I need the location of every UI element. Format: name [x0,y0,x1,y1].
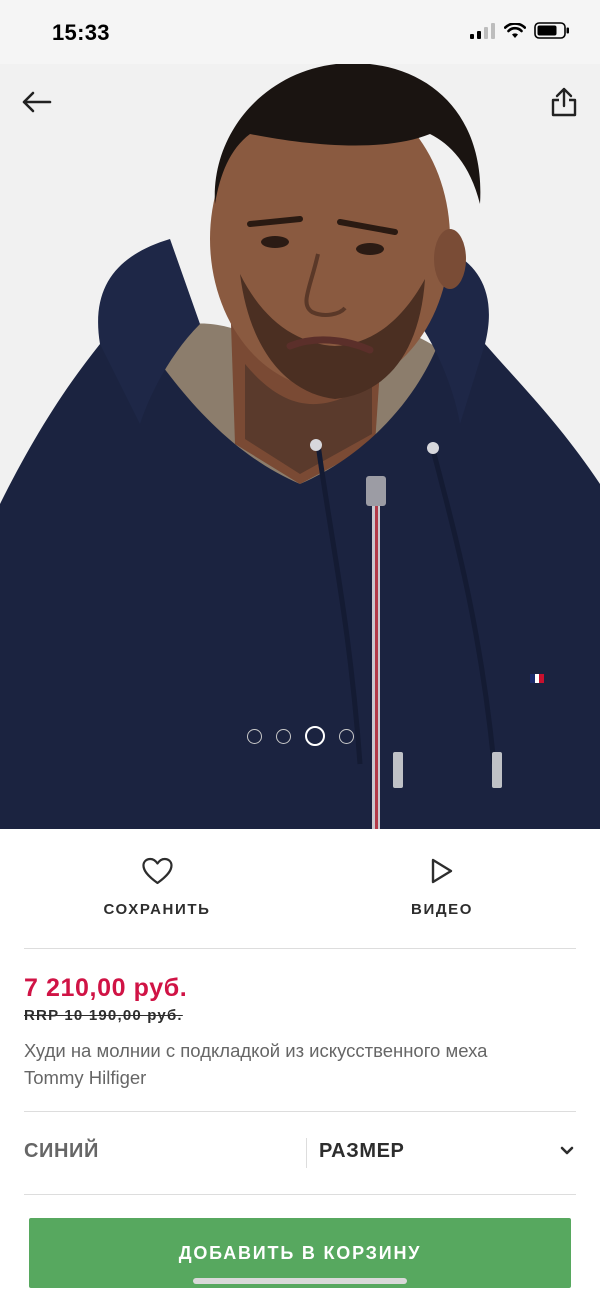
share-button[interactable] [542,80,586,124]
product-name: Худи на молнии с подкладкой из искусстве… [24,1037,576,1091]
gallery-dot[interactable] [338,728,354,744]
play-icon [431,858,453,884]
gallery-dot-active[interactable] [304,726,325,746]
signal-icon [470,22,495,39]
divider [24,1194,576,1195]
selector-separator [306,1138,307,1168]
product-photo [0,64,600,829]
gallery-dot[interactable] [246,728,262,744]
home-indicator [193,1278,407,1284]
back-button[interactable] [14,80,58,124]
product-actions: СОХРАНИТЬ ВИДЕО [0,829,600,949]
chevron-down-icon[interactable] [560,1146,574,1156]
color-selector[interactable]: СИНИЙ [24,1140,99,1163]
share-icon [551,87,577,117]
add-to-cart-label: ДОБАВИТЬ В КОРЗИНУ [178,1242,422,1263]
product-image-gallery[interactable] [0,64,600,829]
video-label: ВИДЕО [411,901,473,918]
arrow-left-icon [22,91,52,113]
current-price: 7 210,00 руб. [24,974,188,1002]
battery-icon [534,22,569,39]
status-icons [470,22,570,39]
heart-icon [141,857,173,885]
product-brand: Tommy Hilfiger [24,1067,147,1088]
status-time: 15:33 [52,20,110,45]
wifi-icon [504,22,526,38]
gallery-pagination [0,726,600,746]
gallery-dot[interactable] [275,728,291,744]
save-button[interactable]: СОХРАНИТЬ [103,857,210,918]
save-label: СОХРАНИТЬ [103,901,211,918]
original-price: RRP 10 190,00 руб. [24,1007,183,1024]
status-bar: 15:33 [0,0,600,64]
divider [24,948,576,949]
variant-selectors: СИНИЙ РАЗМЕР [0,1112,600,1194]
size-selector[interactable]: РАЗМЕР [319,1140,405,1163]
product-name-line: Худи на молнии с подкладкой из искусстве… [24,1040,488,1061]
video-button[interactable]: ВИДЕО [411,857,473,918]
